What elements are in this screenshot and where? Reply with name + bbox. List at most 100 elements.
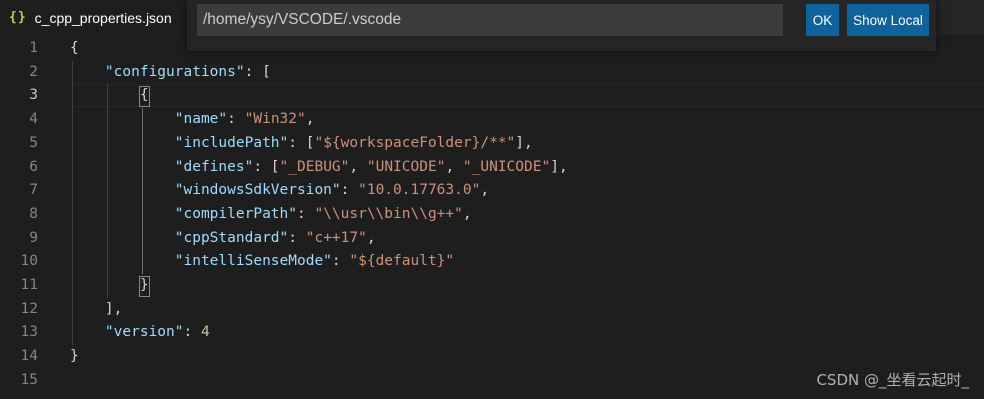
code-text: "cppStandard": "c++17",	[70, 227, 376, 250]
line-number: 6	[29, 158, 38, 175]
indent-guide	[141, 108, 143, 274]
show-local-button[interactable]: Show Local	[847, 4, 929, 36]
line-number: 1	[29, 40, 38, 56]
line-number: 13	[20, 324, 38, 341]
json-key: "includePath"	[174, 134, 289, 151]
code-line[interactable]: 14}	[0, 345, 984, 368]
json-string: "\\usr\\bin\\g++"	[314, 205, 463, 222]
code-line[interactable]: 7 "windowsSdkVersion": "10.0.17763.0",	[0, 179, 984, 202]
bracket-match-highlight	[138, 86, 150, 108]
json-string: "10.0.17763.0"	[358, 182, 481, 199]
json-punctuation: {	[70, 40, 79, 56]
json-punctuation: ,	[480, 182, 490, 199]
json-key: "cppStandard"	[174, 229, 289, 246]
json-key: "configurations"	[104, 63, 245, 80]
json-punctuation: ],	[515, 134, 533, 151]
json-key: "version"	[104, 324, 184, 341]
line-number: 15	[20, 371, 38, 388]
json-punctuation: : [	[244, 63, 271, 80]
code-text: {	[70, 37, 79, 60]
json-punctuation: :	[227, 111, 245, 128]
json-punctuation: }	[70, 348, 79, 365]
code-line[interactable]: 10 "intelliSenseMode": "${default}"	[0, 250, 984, 273]
json-punctuation: ,	[305, 111, 315, 128]
code-line[interactable]: 9 "cppStandard": "c++17",	[0, 227, 984, 250]
json-punctuation: ],	[104, 300, 123, 317]
ok-button[interactable]: OK	[806, 4, 839, 36]
code-text: "includePath": ["${workspaceFolder}/**"]…	[70, 132, 533, 155]
json-punctuation: : [	[288, 134, 315, 151]
code-text: "intelliSenseMode": "${default}"	[70, 250, 454, 273]
code-text: "compilerPath": "\\usr\\bin\\g++",	[70, 203, 472, 226]
json-punctuation: ,	[349, 158, 367, 175]
json-punctuation: : [	[253, 158, 280, 175]
json-punctuation	[70, 253, 175, 269]
json-punctuation	[70, 277, 140, 293]
code-line[interactable]: 4 "name": "Win32",	[0, 108, 984, 131]
json-punctuation	[70, 64, 105, 80]
code-text: "version": 4	[70, 321, 210, 344]
json-punctuation: :	[296, 205, 315, 222]
json-punctuation	[70, 135, 175, 151]
json-punctuation	[70, 206, 175, 222]
code-text: }	[70, 274, 149, 297]
watermark: CSDN @_坐看云起时_	[816, 371, 969, 389]
json-number: 4	[200, 324, 210, 341]
line-number: 14	[20, 348, 38, 365]
code-text: }	[70, 345, 79, 368]
json-punctuation	[70, 301, 105, 317]
json-string: "${default}"	[349, 253, 455, 270]
code-text: {	[70, 84, 149, 107]
line-number: 12	[20, 300, 38, 317]
bracket-match-highlight	[138, 276, 150, 297]
json-punctuation: :	[288, 229, 306, 246]
line-number: 2	[29, 63, 38, 80]
json-punctuation	[70, 182, 175, 198]
line-number: 7	[29, 182, 38, 199]
json-icon: {}	[9, 10, 27, 25]
code-text: "defines": ["_DEBUG", "UNICODE", "_UNICO…	[70, 156, 568, 179]
code-line[interactable]: 13 "version": 4	[0, 321, 984, 344]
code-text: ],	[70, 298, 122, 321]
json-punctuation	[70, 159, 175, 175]
json-punctuation	[70, 111, 175, 127]
json-string: "${workspaceFolder}/**"	[314, 134, 516, 151]
json-key: "windowsSdkVersion"	[174, 182, 341, 199]
tab-label: c_cpp_properties.json	[34, 9, 172, 26]
json-string: "UNICODE"	[366, 158, 446, 175]
code-line[interactable]: 2 "configurations": [	[0, 61, 984, 84]
line-number: 3	[29, 87, 38, 104]
json-punctuation: :	[340, 182, 359, 199]
json-punctuation: ],	[550, 158, 568, 175]
json-string: "Win32"	[244, 111, 306, 128]
indent-guide	[106, 84, 108, 298]
indent-guide	[72, 60, 73, 346]
path-input[interactable]	[197, 4, 783, 36]
code-line[interactable]: 12 ],	[0, 298, 984, 321]
json-punctuation: :	[331, 253, 350, 270]
code-line[interactable]: 6 "defines": ["_DEBUG", "UNICODE", "_UNI…	[0, 156, 984, 179]
json-string: "_DEBUG"	[279, 158, 350, 175]
json-punctuation: ,	[462, 205, 472, 222]
line-number: 10	[20, 253, 38, 270]
code-line[interactable]: 8 "compilerPath": "\\usr\\bin\\g++",	[0, 203, 984, 226]
quick-pick-dialog: OK Show Local	[187, 0, 936, 51]
json-punctuation: ,	[366, 229, 376, 246]
tab-c-cpp-properties[interactable]: {} c_cpp_properties.json	[0, 0, 200, 35]
code-editor[interactable]: 1{2 "configurations": [3 {4 "name": "Win…	[0, 35, 984, 399]
json-key: "intelliSenseMode"	[174, 253, 332, 270]
json-string: "c++17"	[305, 229, 367, 246]
json-punctuation	[70, 324, 105, 340]
code-text: "configurations": [	[70, 61, 271, 84]
line-number: 4	[29, 111, 38, 128]
json-key: "defines"	[174, 158, 254, 175]
line-number: 8	[29, 205, 38, 222]
line-number: 5	[29, 134, 38, 151]
json-string: "_UNICODE"	[462, 158, 551, 175]
json-punctuation	[70, 87, 140, 103]
line-number: 11	[20, 277, 38, 293]
code-line[interactable]: 5 "includePath": ["${workspaceFolder}/**…	[0, 132, 984, 155]
json-key: "compilerPath"	[174, 205, 297, 222]
json-punctuation: :	[183, 324, 201, 341]
line-number: 9	[29, 229, 38, 246]
